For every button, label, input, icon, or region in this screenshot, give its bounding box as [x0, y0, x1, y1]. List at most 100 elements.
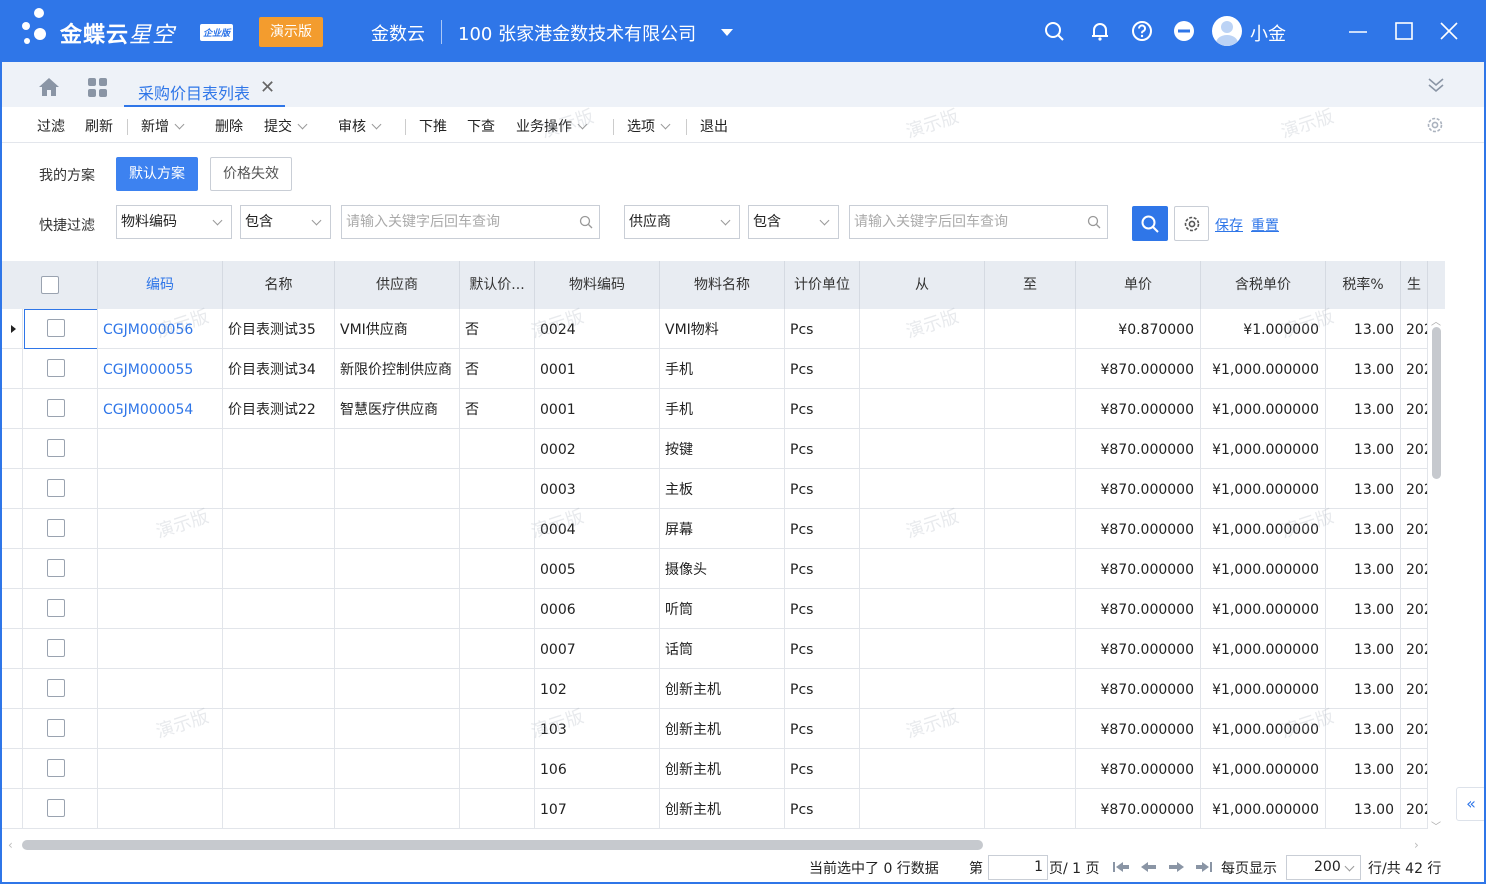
- row-header-cell[interactable]: [2, 589, 23, 629]
- row-header-cell[interactable]: [2, 789, 23, 829]
- row-checkbox[interactable]: [47, 719, 65, 737]
- side-panel-expand-icon[interactable]: «: [1456, 787, 1486, 821]
- tab-close-icon[interactable]: ✕: [260, 77, 275, 98]
- column-header[interactable]: 生: [1401, 261, 1428, 309]
- table-row[interactable]: CGJM000056 价目表测试35 VMI供应商否 0024 VMI物料 Pcs ¥0.8…: [0, 309, 1445, 349]
- close-icon[interactable]: [1437, 19, 1461, 43]
- scroll-left-icon[interactable]: ‹: [8, 838, 13, 852]
- row-checkbox[interactable]: [47, 639, 65, 657]
- prev-page-icon[interactable]: [1139, 859, 1159, 875]
- column-header[interactable]: 税率%: [1326, 261, 1401, 309]
- table-row[interactable]: 0004 屏幕 Pcs ¥870.000000 ¥1,000.000000 13.00 20…: [0, 509, 1445, 549]
- search-icon[interactable]: [579, 215, 593, 229]
- minus-circle-icon[interactable]: [1172, 19, 1196, 43]
- page-number-input[interactable]: 1: [988, 855, 1048, 880]
- org-dropdown-icon[interactable]: [721, 29, 733, 36]
- page-size-select[interactable]: 200: [1286, 855, 1361, 880]
- row-select-cell[interactable]: [23, 469, 98, 509]
- search-button[interactable]: [1132, 206, 1168, 241]
- table-row[interactable]: 0007 话筒 Pcs ¥870.000000 ¥1,000.000000 13.00 20…: [0, 629, 1445, 669]
- scroll-down-icon[interactable]: ﹀: [1431, 818, 1441, 833]
- row-select-cell[interactable]: [23, 549, 98, 589]
- row-checkbox[interactable]: [47, 319, 65, 337]
- collapse-panel-icon[interactable]: [1427, 76, 1445, 98]
- apps-grid-icon[interactable]: [87, 77, 108, 102]
- row-checkbox[interactable]: [47, 479, 65, 497]
- row-header-cell[interactable]: [2, 389, 23, 429]
- column-header[interactable]: 物料名称: [660, 261, 785, 309]
- row-select-cell[interactable]: [23, 709, 98, 749]
- exit-button[interactable]: 退出: [700, 116, 728, 136]
- row-header-cell[interactable]: [2, 669, 23, 709]
- refresh-button[interactable]: 刷新: [85, 116, 113, 136]
- price-invalid-scheme-button[interactable]: 价格失效: [210, 157, 292, 191]
- vertical-scroll-thumb[interactable]: [1432, 327, 1441, 479]
- chevron-down-icon[interactable]: [297, 119, 308, 130]
- column-header[interactable]: 从: [860, 261, 985, 309]
- row-select-cell[interactable]: [23, 629, 98, 669]
- table-row[interactable]: CGJM000055 价目表测试34 新限价控制供应商否 0001 手机 Pcs ¥870.…: [0, 349, 1445, 389]
- row-header-cell[interactable]: [2, 629, 23, 669]
- row-header-cell[interactable]: [2, 749, 23, 789]
- row-header-cell[interactable]: [2, 549, 23, 589]
- search-icon[interactable]: [1087, 215, 1101, 229]
- delete-button[interactable]: 删除: [215, 116, 243, 136]
- column-header[interactable]: 单价: [1076, 261, 1201, 309]
- row-checkbox[interactable]: [47, 559, 65, 577]
- row-select-cell[interactable]: [23, 749, 98, 789]
- chevron-down-icon[interactable]: [660, 119, 671, 130]
- row-header-cell[interactable]: [2, 309, 23, 349]
- scroll-right-icon[interactable]: ›: [1414, 838, 1419, 852]
- add-button[interactable]: 新增: [141, 116, 185, 136]
- column-header[interactable]: 编码: [98, 261, 223, 309]
- row-checkbox[interactable]: [47, 679, 65, 697]
- row-select-cell[interactable]: [23, 349, 98, 389]
- column-header[interactable]: 物料编码: [535, 261, 660, 309]
- column-header[interactable]: 含税单价: [1201, 261, 1326, 309]
- home-icon[interactable]: [38, 77, 60, 101]
- organization-selector[interactable]: 100 张家港金数技术有限公司: [458, 20, 696, 46]
- row-header-cell[interactable]: [2, 349, 23, 389]
- filter-keyword-input-2[interactable]: 请输入关键字后回车查询: [849, 205, 1108, 239]
- avatar[interactable]: [1212, 16, 1242, 46]
- minimize-icon[interactable]: [1346, 19, 1370, 43]
- product-name[interactable]: 金数云: [371, 20, 425, 46]
- table-row[interactable]: 0002 按键 Pcs ¥870.000000 ¥1,000.000000 13.00 20…: [0, 429, 1445, 469]
- row-checkbox[interactable]: [47, 439, 65, 457]
- table-row[interactable]: 0005 摄像头 Pcs ¥870.000000 ¥1,000.000000 13.00 2…: [0, 549, 1445, 589]
- first-page-icon[interactable]: [1111, 859, 1131, 875]
- last-page-icon[interactable]: [1194, 859, 1214, 875]
- table-row[interactable]: 107 创新主机 Pcs ¥870.000000 ¥1,000.000000 13.00 2…: [0, 789, 1445, 829]
- maximize-icon[interactable]: [1392, 19, 1416, 43]
- column-header[interactable]: 名称: [223, 261, 335, 309]
- chevron-down-icon[interactable]: [577, 119, 588, 130]
- row-select-cell[interactable]: [23, 789, 98, 829]
- row-header-cell[interactable]: [2, 709, 23, 749]
- query-down-button[interactable]: 下查: [467, 116, 495, 136]
- row-select-cell[interactable]: [23, 389, 98, 429]
- select-all-checkbox[interactable]: [41, 276, 59, 294]
- bell-icon[interactable]: [1088, 19, 1112, 43]
- filter-keyword-input-1[interactable]: 请输入关键字后回车查询: [341, 205, 600, 239]
- search-icon[interactable]: [1043, 19, 1067, 43]
- settings-gear-icon[interactable]: [1425, 115, 1445, 139]
- row-checkbox[interactable]: [47, 519, 65, 537]
- next-page-icon[interactable]: [1166, 859, 1186, 875]
- filter-operator-select-2[interactable]: 包含: [748, 205, 839, 239]
- row-checkbox[interactable]: [47, 759, 65, 777]
- default-scheme-button[interactable]: 默认方案: [116, 157, 198, 191]
- filter-field-select-1[interactable]: 物料编码: [116, 205, 232, 239]
- chevron-down-icon[interactable]: [174, 119, 185, 130]
- table-row[interactable]: 102 创新主机 Pcs ¥870.000000 ¥1,000.000000 13.00 2…: [0, 669, 1445, 709]
- row-select-cell[interactable]: [23, 589, 98, 629]
- row-header-cell[interactable]: [2, 509, 23, 549]
- cell-code[interactable]: CGJM000056: [98, 309, 223, 349]
- column-header[interactable]: 计价单位: [785, 261, 860, 309]
- scroll-up-icon[interactable]: ︿: [1431, 313, 1441, 328]
- column-header[interactable]: 至: [985, 261, 1076, 309]
- table-row[interactable]: 106 创新主机 Pcs ¥870.000000 ¥1,000.000000 13.00 2…: [0, 749, 1445, 789]
- business-ops-button[interactable]: 业务操作: [516, 116, 588, 136]
- column-header[interactable]: 默认价...: [460, 261, 535, 309]
- filter-settings-button[interactable]: [1174, 206, 1209, 241]
- filter-button[interactable]: 过滤: [37, 116, 65, 136]
